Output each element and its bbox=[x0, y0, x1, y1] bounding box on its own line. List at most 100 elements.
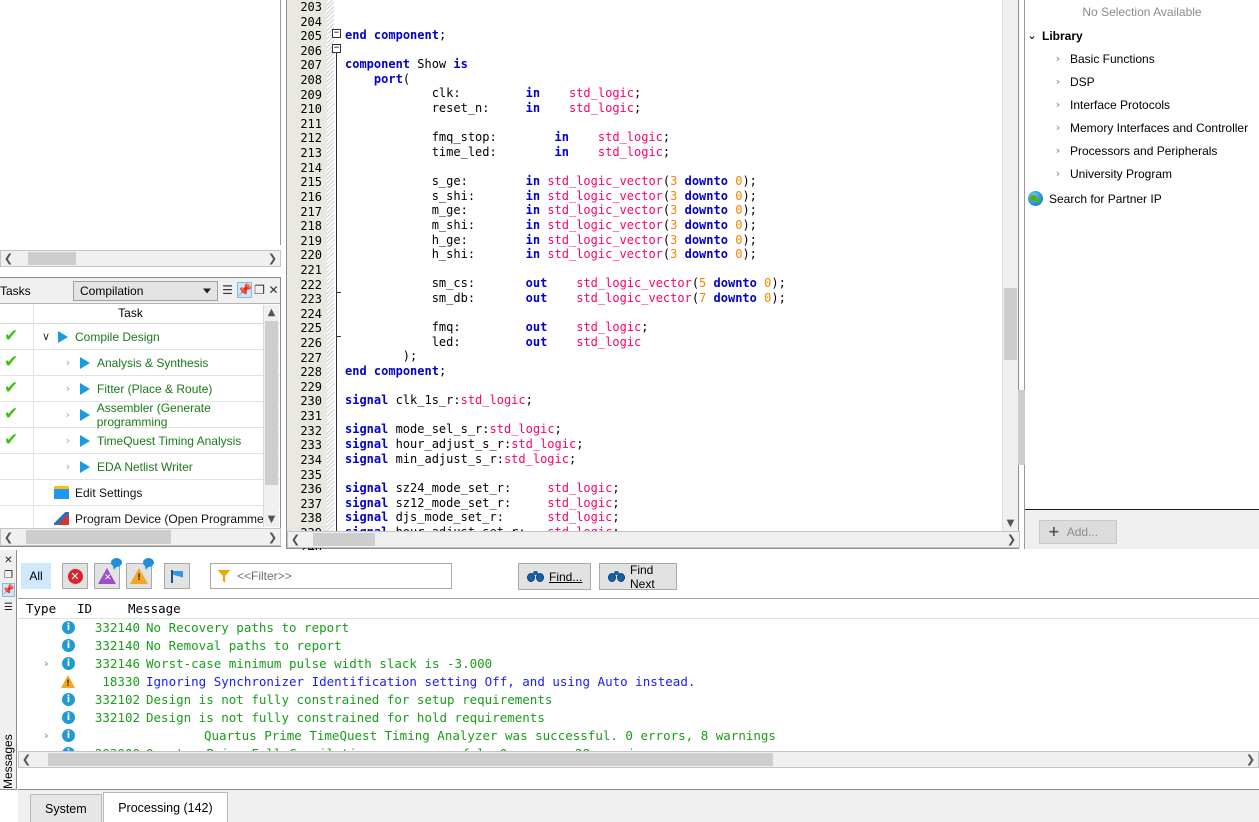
editor-vscrollbar[interactable]: ▼ bbox=[1002, 0, 1018, 531]
hamburger-icon[interactable]: ☰ bbox=[220, 282, 235, 298]
filter-warnings-button[interactable]: ! bbox=[126, 558, 154, 589]
filter-errors-button[interactable]: ✕ bbox=[62, 563, 88, 589]
ip-catalog-vscroll-thumb[interactable] bbox=[1018, 390, 1025, 465]
scroll-right-icon[interactable]: ❯ bbox=[1243, 752, 1258, 767]
code-line[interactable]: fmq_stop: in std_logic; bbox=[345, 130, 1001, 145]
run-task-play-icon[interactable] bbox=[79, 408, 90, 421]
run-task-play-icon[interactable] bbox=[80, 460, 90, 473]
project-navigator-hscrollbar[interactable]: ❮ ❯ bbox=[0, 250, 281, 267]
code-text-area[interactable]: end component; component Show is port( c… bbox=[345, 0, 1001, 531]
chevron-right-icon[interactable]: › bbox=[62, 356, 74, 369]
code-line[interactable]: time_led: in std_logic; bbox=[345, 145, 1001, 160]
code-line[interactable] bbox=[345, 306, 1001, 321]
chevron-right-icon[interactable]: › bbox=[62, 460, 74, 473]
filter-all-button[interactable]: All bbox=[21, 563, 51, 589]
messages-tab[interactable]: Processing (142) bbox=[103, 792, 228, 822]
hamburger-icon[interactable]: ☰ bbox=[2, 600, 15, 614]
add-ip-button[interactable]: + Add... bbox=[1039, 520, 1117, 544]
expand-row-icon[interactable]: › bbox=[44, 657, 49, 670]
code-line[interactable]: fmq: out std_logic; bbox=[345, 320, 1001, 335]
run-task-play-icon[interactable] bbox=[58, 330, 68, 343]
scroll-right-icon[interactable]: ❯ bbox=[1004, 532, 1019, 547]
tasks-hscrollbar[interactable]: ❮ ❯ bbox=[0, 528, 281, 546]
tasks-vscrollbar[interactable]: ▲ ▼ bbox=[263, 305, 279, 527]
code-line[interactable]: led: out std_logic bbox=[345, 335, 1001, 350]
chevron-right-icon[interactable]: › bbox=[62, 434, 74, 447]
fold-collapse-icon[interactable]: − bbox=[332, 29, 341, 38]
code-line[interactable] bbox=[345, 43, 1001, 58]
find-button[interactable]: Find... bbox=[518, 563, 591, 590]
scroll-down-icon[interactable]: ▼ bbox=[264, 512, 279, 527]
code-line[interactable]: clk: in std_logic; bbox=[345, 86, 1001, 101]
code-line[interactable]: signal clk_1s_r:std_logic; bbox=[345, 393, 1001, 408]
messages-tab[interactable]: System bbox=[30, 794, 102, 822]
code-line[interactable] bbox=[345, 379, 1001, 394]
code-line[interactable]: s_ge: in std_logic_vector(3 downto 0); bbox=[345, 174, 1001, 189]
code-line[interactable]: signal sz12_mode_set_r: std_logic; bbox=[345, 496, 1001, 511]
code-line[interactable]: ); bbox=[345, 349, 1001, 364]
fold-collapse-icon[interactable]: − bbox=[332, 44, 341, 53]
ip-search-partner-ip[interactable]: Search for Partner IP bbox=[1025, 187, 1259, 210]
code-line[interactable]: sm_db: out std_logic_vector(7 downto 0); bbox=[345, 291, 1001, 306]
code-line[interactable]: m_shi: in std_logic_vector(3 downto 0); bbox=[345, 218, 1001, 233]
chevron-right-icon[interactable]: › bbox=[1051, 52, 1065, 65]
code-line[interactable]: s_shi: in std_logic_vector(3 downto 0); bbox=[345, 189, 1001, 204]
scroll-track[interactable] bbox=[16, 251, 265, 266]
messages-hscrollbar[interactable]: ❮ ❯ bbox=[18, 751, 1259, 768]
scroll-left-icon[interactable]: ❮ bbox=[288, 532, 303, 547]
message-row[interactable]: i 332102 Design is not fully constrained f… bbox=[18, 691, 1259, 709]
chevron-down-icon[interactable]: ⌄ bbox=[1025, 29, 1039, 42]
scroll-right-icon[interactable]: ❯ bbox=[265, 251, 280, 266]
scroll-thumb[interactable] bbox=[48, 753, 773, 766]
task-row[interactable]: ✔ ∨ Compile Design bbox=[0, 324, 280, 350]
scroll-thumb[interactable] bbox=[313, 533, 375, 546]
code-line[interactable]: component Show is bbox=[345, 57, 1001, 72]
ip-tree-root-library[interactable]: ⌄ Library bbox=[1025, 24, 1259, 47]
tasks-tree[interactable]: Task ✔ ∨ Compile Design ✔ › Analysis & Synthe… bbox=[0, 304, 280, 528]
message-row[interactable]: i 332102 Design is not fully constrained f… bbox=[18, 709, 1259, 727]
code-line[interactable]: signal mode_sel_s_r:std_logic; bbox=[345, 422, 1001, 437]
scroll-left-icon[interactable]: ❮ bbox=[1, 251, 16, 266]
chevron-right-icon[interactable]: › bbox=[62, 408, 74, 421]
code-line[interactable] bbox=[345, 408, 1001, 423]
scroll-left-icon[interactable]: ❮ bbox=[1, 529, 16, 545]
code-line[interactable]: signal sz24_mode_set_r: std_logic; bbox=[345, 481, 1001, 496]
compilation-flow-select[interactable]: Compilation bbox=[73, 281, 218, 301]
chevron-down-icon[interactable]: ∨ bbox=[40, 330, 52, 343]
scroll-thumb[interactable] bbox=[28, 252, 76, 265]
filter-critical-warnings-button[interactable]: ✕ bbox=[94, 558, 122, 589]
scroll-down-icon[interactable]: ▼ bbox=[1003, 516, 1018, 531]
task-row[interactable]: Edit Settings bbox=[0, 480, 280, 506]
task-row[interactable]: ✔ › TimeQuest Timing Analysis bbox=[0, 428, 280, 454]
code-line[interactable]: reset_n: in std_logic; bbox=[345, 101, 1001, 116]
ip-category-row[interactable]: › Memory Interfaces and Controller bbox=[1025, 116, 1259, 139]
pin-icon[interactable]: 📌 bbox=[237, 282, 252, 298]
run-task-play-icon[interactable] bbox=[80, 434, 90, 447]
editor-hscrollbar[interactable]: ❮ ❯ bbox=[287, 531, 1020, 548]
close-icon[interactable]: ✕ bbox=[2, 553, 15, 567]
code-line[interactable]: h_shi: in std_logic_vector(3 downto 0); bbox=[345, 247, 1001, 262]
code-line[interactable]: port( bbox=[345, 72, 1001, 87]
ip-category-row[interactable]: › Processors and Peripherals bbox=[1025, 139, 1259, 162]
code-folding-column[interactable]: − − bbox=[327, 0, 345, 548]
code-editor[interactable]: 203 204 205 206 207 208 209 210 211 212 213 214 215 2… bbox=[286, 0, 1020, 598]
close-icon[interactable]: ✕ bbox=[266, 282, 281, 298]
code-line[interactable] bbox=[345, 262, 1001, 277]
run-task-play-icon[interactable] bbox=[80, 356, 90, 369]
scroll-track[interactable] bbox=[34, 752, 1243, 767]
code-line[interactable] bbox=[345, 116, 1001, 131]
message-row[interactable]: i 332140 No Removal paths to report bbox=[18, 637, 1259, 655]
code-line[interactable]: sm_cs: out std_logic_vector(5 downto 0); bbox=[345, 276, 1001, 291]
chevron-right-icon[interactable]: › bbox=[1051, 121, 1065, 134]
scroll-thumb[interactable] bbox=[265, 321, 278, 485]
task-row[interactable]: ✔ › Assembler (Generate programming bbox=[0, 401, 280, 429]
filter-info-button[interactable] bbox=[164, 563, 190, 589]
code-line[interactable]: signal min_adjust_s_r:std_logic; bbox=[345, 452, 1001, 467]
find-next-button[interactable]: Find Next bbox=[599, 563, 677, 591]
scroll-up-icon[interactable]: ▲ bbox=[264, 305, 279, 320]
message-row[interactable]: ! 18330 Ignoring Synchronizer Identificati… bbox=[18, 673, 1259, 691]
message-filter-input[interactable]: <<Filter>> bbox=[210, 563, 452, 589]
scroll-track[interactable] bbox=[16, 529, 265, 545]
message-row[interactable]: › i 332146 Worst-case minimum pulse width s… bbox=[18, 655, 1259, 673]
code-line[interactable] bbox=[345, 159, 1001, 174]
